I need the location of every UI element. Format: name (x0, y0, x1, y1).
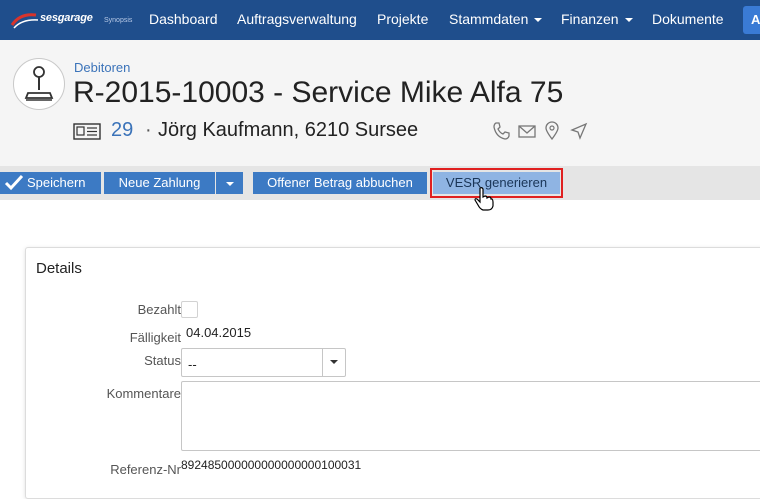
comment-label: Kommentare (106, 386, 181, 401)
breadcrumb[interactable]: Debitoren (74, 60, 130, 75)
status-select-toggle[interactable] (322, 349, 345, 376)
joystick-icon (24, 66, 54, 101)
nav-auftragsverwaltung[interactable]: Auftragsverwaltung (237, 0, 357, 40)
page-title: R-2015-10003 - Service Mike Alfa 75 (73, 76, 564, 109)
new-payment-button[interactable]: Neue Zahlung (104, 172, 215, 194)
due-date-label: Fälligkeit (129, 330, 181, 345)
details-title: Details (36, 260, 82, 277)
navigate-icon[interactable] (569, 121, 589, 141)
phone-icon[interactable] (491, 121, 511, 141)
paid-checkbox[interactable] (181, 301, 198, 318)
page-header: Debitoren R-2015-10003 - Service Mike Al… (0, 40, 760, 167)
chevron-down-icon (330, 360, 338, 364)
action-toolbar: Speichern Neue Zahlung Offener Betrag ab… (0, 166, 760, 200)
nav-projekte[interactable]: Projekte (377, 0, 428, 40)
checkmark-icon (4, 174, 24, 191)
customer-number-link[interactable]: 29 (111, 119, 133, 142)
due-date-value: 04.04.2015 (186, 325, 252, 340)
id-card-icon (73, 123, 101, 140)
nav-stammdaten[interactable]: Stammdaten (449, 0, 543, 40)
mail-icon[interactable] (517, 121, 537, 141)
nav-finanzen-label: Finanzen (561, 11, 619, 27)
write-off-button[interactable]: Offener Betrag abbuchen (253, 172, 427, 194)
nav-dokumente[interactable]: Dokumente (652, 0, 724, 40)
customer-name: Jörg Kaufmann, 6210 Sursee (158, 119, 419, 141)
nav-dashboard-label: Dashboard (149, 11, 218, 27)
logo-subtext: Synopsis (104, 17, 133, 24)
nav-stammdaten-label: Stammdaten (449, 11, 529, 27)
top-navbar: sesgarage Synopsis Dashboard Auftragsver… (0, 0, 760, 40)
new-payment-label: Neue Zahlung (118, 175, 201, 190)
details-panel: Details Bezahlt Fälligkeit 04.04.2015 St… (25, 247, 760, 499)
nav-dashboard[interactable]: Dashboard (149, 0, 218, 40)
logo-text: sesgarage (40, 12, 93, 24)
hand-cursor-icon (474, 187, 494, 211)
new-payment-dropdown-button[interactable] (216, 172, 243, 194)
nav-auftragsverwaltung-label: Auftragsverwaltung (237, 11, 357, 27)
app-logo[interactable]: sesgarage Synopsis (10, 7, 140, 33)
highlight-box (430, 168, 563, 198)
reference-label: Referenz-Nr (110, 462, 181, 477)
write-off-label: Offener Betrag abbuchen (267, 175, 413, 190)
chevron-down-icon (624, 18, 633, 23)
logo-swoosh-icon (10, 13, 39, 29)
nav-projekte-label: Projekte (377, 11, 429, 27)
chevron-down-icon (534, 18, 543, 23)
separator: · (145, 119, 152, 141)
status-label: Status (144, 353, 181, 368)
status-select[interactable]: -- (181, 348, 346, 377)
reference-value: 892485000000000000000100031 (181, 458, 362, 472)
status-select-value: -- (188, 357, 197, 372)
avatar (13, 58, 65, 110)
nav-dokumente-label: Dokumente (652, 11, 724, 27)
comment-textarea[interactable] (181, 381, 760, 451)
nav-right-button[interactable]: A (743, 6, 760, 34)
save-button[interactable]: Speichern (0, 172, 101, 194)
paid-label: Bezahlt (137, 302, 181, 317)
chevron-down-icon (225, 181, 234, 186)
nav-finanzen[interactable]: Finanzen (561, 0, 633, 40)
save-button-label: Speichern (27, 175, 86, 190)
map-pin-icon[interactable] (542, 121, 562, 141)
